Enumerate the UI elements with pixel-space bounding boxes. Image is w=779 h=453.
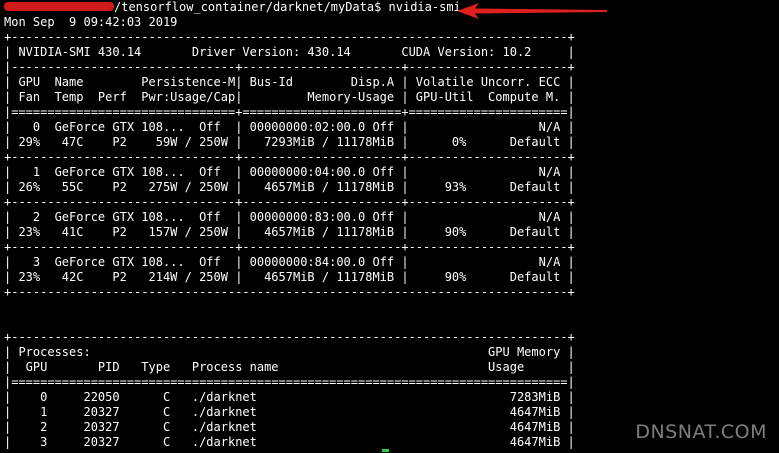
smi-version-header: | NVIDIA-SMI 430.14 Driver Version: 430.… (4, 45, 575, 59)
header-separator: |-------------------------------+-------… (4, 60, 575, 74)
processes-border-top: +---------------------------------------… (4, 330, 575, 344)
gpu-1-row-1: | 1 GeForce GTX 108... Off | 00000000:04… (4, 165, 575, 179)
command-text: /tensorflow_container/darknet/myData$ nv… (114, 0, 461, 14)
gpu-0-row-2: | 29% 47C P2 59W / 250W | 7293MiB / 1117… (4, 135, 575, 149)
terminal-output[interactable]: /tensorflow_container/darknet/myData$ nv… (4, 0, 575, 450)
gpu-separator: +-------------------------------+-------… (4, 150, 575, 164)
gpu-separator: +-------------------------------+-------… (4, 195, 575, 209)
column-header-row-1: | GPU Name Persistence-M| Bus-Id Disp.A … (4, 75, 575, 89)
gpu-0-row-1: | 0 GeForce GTX 108... Off | 00000000:02… (4, 120, 575, 134)
gpu-2-row-2: | 23% 41C P2 157W / 250W | 4657MiB / 111… (4, 225, 575, 239)
redacted-username (4, 2, 114, 11)
gpu-3-row-2: | 23% 42C P2 214W / 250W | 4657MiB / 111… (4, 270, 575, 284)
table-border-top: +---------------------------------------… (4, 30, 575, 44)
gpu-1-row-2: | 26% 55C P2 275W / 250W | 4657MiB / 111… (4, 180, 575, 194)
processes-header-row-2: | GPU PID Type Process name Usage | (4, 360, 575, 374)
process-row-3: | 3 20327 C ./darknet 4647MiB | (4, 435, 575, 449)
process-row-2: | 2 20327 C ./darknet 4647MiB | (4, 420, 575, 434)
gpu-separator: +-------------------------------+-------… (4, 240, 575, 254)
process-row-1: | 1 20327 C ./darknet 4647MiB | (4, 405, 575, 419)
processes-double-separator: |=======================================… (4, 375, 575, 389)
gpu-2-row-1: | 2 GeForce GTX 108... Off | 00000000:83… (4, 210, 575, 224)
red-arrow-annotation-icon (457, 3, 607, 19)
column-header-double-separator: |===============================+=======… (4, 105, 575, 119)
terminal-cursor (382, 449, 389, 452)
gpu-3-row-1: | 3 GeForce GTX 108... Off | 00000000:84… (4, 255, 575, 269)
table-border-bottom: +---------------------------------------… (4, 285, 575, 299)
watermark: DNSNAT.COM (635, 421, 767, 443)
process-row-0: | 0 22050 C ./darknet 7283MiB | (4, 390, 575, 404)
processes-header-row-1: | Processes: GPU Memory | (4, 345, 575, 359)
column-header-row-2: | Fan Temp Perf Pwr:Usage/Cap| Memory-Us… (4, 90, 575, 104)
